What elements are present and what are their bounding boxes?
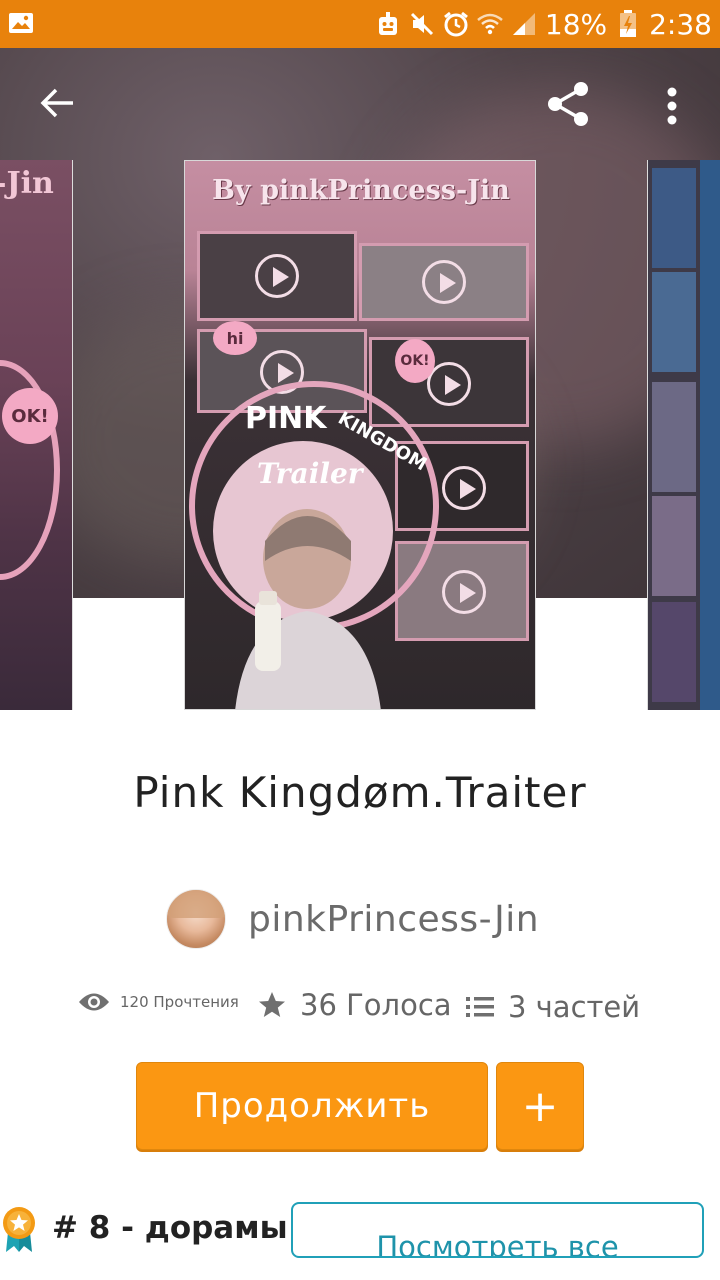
author-avatar[interactable] [166, 889, 226, 949]
alarm-icon [443, 11, 469, 37]
next-story-cover[interactable] [647, 160, 720, 710]
previous-story-cover[interactable]: -Jin OK! [0, 160, 73, 710]
cover-title-text: By pinkPrincess-Jin [212, 175, 510, 206]
image-icon [8, 10, 34, 36]
share-icon [548, 82, 588, 126]
author-row[interactable]: pinkPrincess-Jin [166, 888, 539, 950]
view-all-label: Посмотреть все [376, 1230, 619, 1258]
story-title: Pink Kingdøm.Traiter [133, 768, 587, 817]
previous-cover-title: -Jin [0, 166, 54, 201]
signal-icon [511, 11, 537, 37]
story-stats: 120 Прочтения 36 Голоса 3 частей [78, 984, 678, 1034]
story-cover[interactable]: By pinkPrincess-Jin PINK KINGDOM Trailer… [184, 160, 536, 710]
cover-label-pink: PINK [245, 401, 327, 436]
cover-bubble-hi: hi [213, 321, 257, 355]
reads-label: 120 Прочтения [120, 993, 239, 1011]
continue-reading-button[interactable]: Продолжить [136, 1062, 488, 1150]
back-button[interactable] [30, 76, 84, 130]
rank-medal-icon [3, 1207, 35, 1252]
clock: 2:38 [649, 7, 712, 41]
parts-label: 3 частей [508, 990, 641, 1024]
more-vert-icon [667, 87, 677, 125]
battery-charging-icon [615, 10, 641, 37]
view-all-button[interactable]: Посмотреть все [291, 1202, 704, 1258]
add-to-library-button[interactable]: + [496, 1062, 584, 1150]
votes-stat: 36 Голоса [258, 988, 452, 1022]
cover-bubble-ok: OK! [395, 339, 435, 383]
list-icon [466, 997, 494, 1017]
share-button[interactable] [540, 76, 596, 132]
cover-person-illustration [235, 509, 381, 709]
arrow-back-icon [40, 88, 73, 118]
reads-stat: 120 Прочтения [78, 984, 239, 1020]
android-icon [375, 11, 401, 37]
battery-percent: 18% [544, 7, 608, 41]
cover-label-trailer: Trailer [257, 457, 363, 490]
parts-stat: 3 частей [466, 990, 640, 1024]
star-icon [259, 992, 285, 1017]
votes-label: 36 Голоса [300, 988, 452, 1022]
rank-label[interactable]: # 8 - дорамы [52, 1210, 288, 1246]
eye-icon [79, 993, 109, 1011]
mute-icon [409, 11, 435, 37]
wifi-icon [477, 11, 503, 37]
status-bar: 18% 2:38 [0, 0, 720, 48]
more-options-button[interactable] [648, 80, 696, 132]
author-name[interactable]: pinkPrincess-Jin [248, 899, 539, 940]
story-details-screen: 18% 2:38 -Jin OK! By pinkPrincess-Jin [0, 0, 720, 1280]
previous-cover-bubble: OK! [2, 388, 58, 444]
